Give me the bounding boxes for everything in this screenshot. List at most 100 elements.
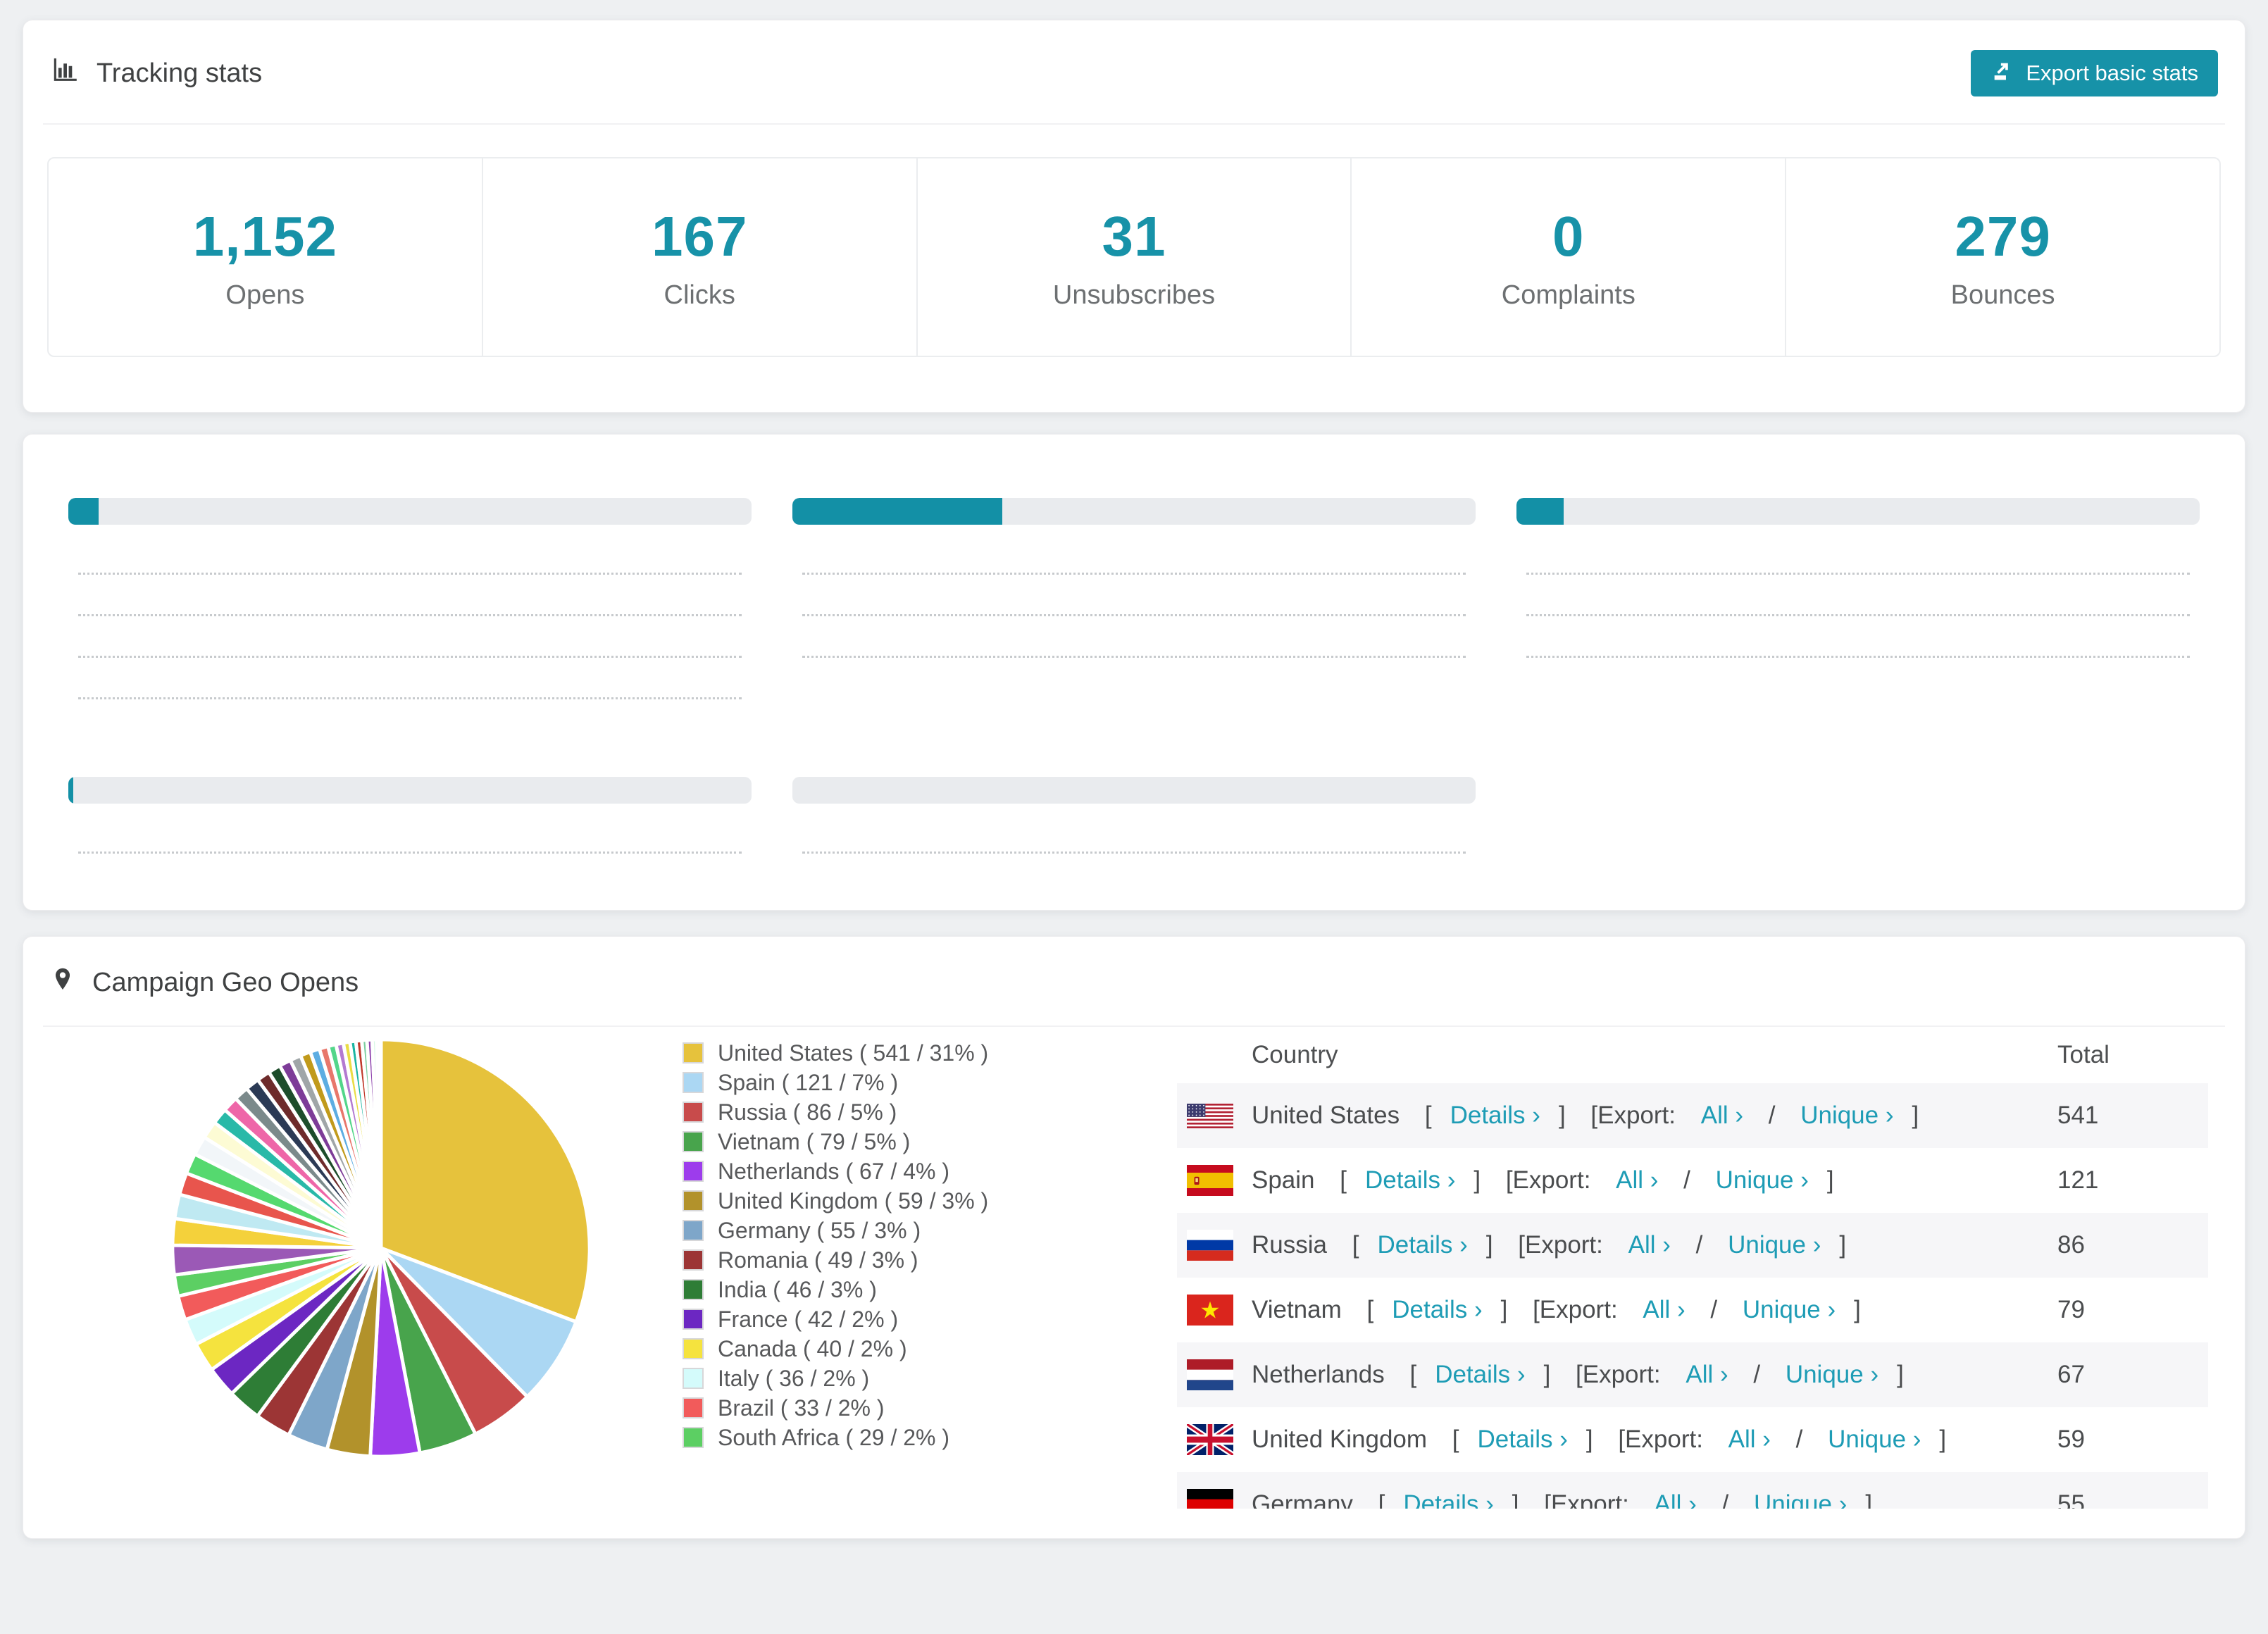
rate-row bbox=[68, 582, 752, 623]
legend-label: India ( 46 / 3% ) bbox=[718, 1276, 877, 1302]
geo-table-row-vn: Vietnam [Details ›] [Export: All › / Uni… bbox=[1177, 1278, 2208, 1342]
geo-pie-chart bbox=[84, 1027, 683, 1509]
country-name: Spain bbox=[1252, 1166, 1322, 1194]
legend-label: Russia ( 86 / 5% ) bbox=[718, 1099, 897, 1125]
details-link[interactable]: Details › bbox=[1365, 1166, 1455, 1195]
rates-grid bbox=[68, 478, 2200, 861]
legend-label: Spain ( 121 / 7% ) bbox=[718, 1069, 899, 1095]
legend-item-it[interactable]: Italy ( 36 / 2% ) bbox=[683, 1364, 1177, 1393]
export-all-link[interactable]: All › bbox=[1728, 1426, 1771, 1454]
export-unique-link[interactable]: Unique › bbox=[1786, 1361, 1878, 1389]
details-link[interactable]: Details › bbox=[1403, 1490, 1493, 1509]
stat-value: 279 bbox=[1955, 204, 2051, 268]
legend-swatch bbox=[683, 1338, 704, 1359]
rate-row bbox=[792, 540, 1476, 582]
rate-block-clicks-rate bbox=[68, 478, 752, 706]
country-total: 67 bbox=[2057, 1361, 2085, 1388]
progress-fill bbox=[1516, 498, 1564, 525]
export-basic-stats-button[interactable]: Export basic stats bbox=[1971, 50, 2218, 96]
country-name: United Kingdom bbox=[1252, 1426, 1434, 1453]
export-unique-link[interactable]: Unique › bbox=[1754, 1490, 1847, 1509]
legend-item-fr[interactable]: France ( 42 / 2% ) bbox=[683, 1304, 1177, 1334]
country-name: Germany bbox=[1252, 1490, 1360, 1509]
legend-label: France ( 42 / 2% ) bbox=[718, 1306, 899, 1332]
dotted-leader bbox=[1526, 573, 2190, 575]
country-name: Netherlands bbox=[1252, 1361, 1392, 1388]
country-total: 121 bbox=[2057, 1166, 2099, 1194]
stat-label: Clicks bbox=[663, 280, 735, 310]
legend-item-ca[interactable]: Canada ( 40 / 2% ) bbox=[683, 1334, 1177, 1364]
details-link[interactable]: Details › bbox=[1377, 1231, 1467, 1259]
progress-bar bbox=[68, 498, 752, 525]
export-unique-link[interactable]: Unique › bbox=[1828, 1426, 1921, 1454]
country-name: Vietnam bbox=[1252, 1296, 1349, 1323]
export-all-link[interactable]: All › bbox=[1655, 1490, 1697, 1509]
flag-de-icon bbox=[1187, 1489, 1233, 1509]
legend-item-de[interactable]: Germany ( 55 / 3% ) bbox=[683, 1216, 1177, 1245]
legend-swatch bbox=[683, 1427, 704, 1448]
flag-gb-icon bbox=[1187, 1424, 1233, 1455]
geo-legend: United States ( 541 / 31% ) Spain ( 121 /… bbox=[683, 1027, 1177, 1509]
export-all-link[interactable]: All › bbox=[1701, 1102, 1743, 1130]
stat-value: 167 bbox=[651, 204, 748, 268]
legend-swatch bbox=[683, 1368, 704, 1389]
rate-row bbox=[68, 540, 752, 582]
progress-bar bbox=[68, 777, 752, 804]
legend-item-gb[interactable]: United Kingdom ( 59 / 3% ) bbox=[683, 1186, 1177, 1216]
legend-item-za[interactable]: South Africa ( 29 / 2% ) bbox=[683, 1423, 1177, 1452]
rates-card bbox=[23, 434, 2245, 911]
export-all-link[interactable]: All › bbox=[1686, 1361, 1728, 1389]
legend-item-vn[interactable]: Vietnam ( 79 / 5% ) bbox=[683, 1127, 1177, 1156]
legend-item-ro[interactable]: Romania ( 49 / 3% ) bbox=[683, 1245, 1177, 1275]
export-unique-link[interactable]: Unique › bbox=[1743, 1296, 1836, 1324]
legend-label: Romania ( 49 / 3% ) bbox=[718, 1247, 918, 1273]
export-all-link[interactable]: All › bbox=[1628, 1231, 1671, 1259]
dotted-leader bbox=[78, 573, 742, 575]
legend-item-es[interactable]: Spain ( 121 / 7% ) bbox=[683, 1068, 1177, 1097]
legend-item-br[interactable]: Brazil ( 33 / 2% ) bbox=[683, 1393, 1177, 1423]
dotted-leader bbox=[802, 656, 1466, 658]
details-link[interactable]: Details › bbox=[1392, 1296, 1482, 1324]
legend-swatch bbox=[683, 1397, 704, 1418]
legend-swatch bbox=[683, 1220, 704, 1241]
legend-label: Brazil ( 33 / 2% ) bbox=[718, 1395, 885, 1421]
legend-item-nl[interactable]: Netherlands ( 67 / 4% ) bbox=[683, 1156, 1177, 1186]
rate-block-bounce-rate bbox=[1516, 478, 2200, 706]
export-unique-link[interactable]: Unique › bbox=[1728, 1231, 1821, 1259]
flag-nl-icon bbox=[1187, 1359, 1233, 1390]
dotted-leader bbox=[1526, 614, 2190, 616]
export-all-link[interactable]: All › bbox=[1616, 1166, 1658, 1195]
rate-block-complaints-rate bbox=[792, 757, 1476, 861]
legend-swatch bbox=[683, 1279, 704, 1300]
legend-swatch bbox=[683, 1309, 704, 1330]
rate-row bbox=[68, 623, 752, 665]
rate-block-opens-rate bbox=[792, 478, 1476, 706]
geo-table-row-de: Germany [Details ›] [Export: All › / Uni… bbox=[1177, 1472, 2208, 1509]
geo-table-row-nl: Netherlands [Details ›] [Export: All › /… bbox=[1177, 1342, 2208, 1407]
export-unique-link[interactable]: Unique › bbox=[1800, 1102, 1893, 1130]
rate-row bbox=[1516, 582, 2200, 623]
export-all-link[interactable]: All › bbox=[1643, 1296, 1685, 1324]
progress-fill bbox=[68, 777, 74, 804]
flag-ru-icon bbox=[1187, 1230, 1233, 1261]
details-link[interactable]: Details › bbox=[1478, 1426, 1568, 1454]
page-title: Tracking stats bbox=[96, 58, 263, 88]
legend-item-us[interactable]: United States ( 541 / 31% ) bbox=[683, 1038, 1177, 1068]
legend-swatch bbox=[683, 1161, 704, 1182]
legend-label: Germany ( 55 / 3% ) bbox=[718, 1217, 921, 1243]
legend-label: Italy ( 36 / 2% ) bbox=[718, 1365, 870, 1391]
export-unique-link[interactable]: Unique › bbox=[1716, 1166, 1809, 1195]
details-link[interactable]: Details › bbox=[1435, 1361, 1525, 1389]
legend-swatch bbox=[683, 1131, 704, 1152]
stat-label: Opens bbox=[225, 280, 305, 310]
legend-item-in[interactable]: India ( 46 / 3% ) bbox=[683, 1275, 1177, 1304]
legend-item-ru[interactable]: Russia ( 86 / 5% ) bbox=[683, 1097, 1177, 1127]
dotted-leader bbox=[802, 573, 1466, 575]
summary-stat-box-clicks: 167 Clicks bbox=[481, 157, 918, 357]
details-link[interactable]: Details › bbox=[1450, 1102, 1540, 1130]
dotted-leader bbox=[78, 852, 742, 854]
dotted-leader bbox=[802, 614, 1466, 616]
rate-row bbox=[792, 819, 1476, 861]
geo-table-row-es: Spain [Details ›] [Export: All › / Uniqu… bbox=[1177, 1148, 2208, 1213]
legend-label: Canada ( 40 / 2% ) bbox=[718, 1335, 907, 1361]
